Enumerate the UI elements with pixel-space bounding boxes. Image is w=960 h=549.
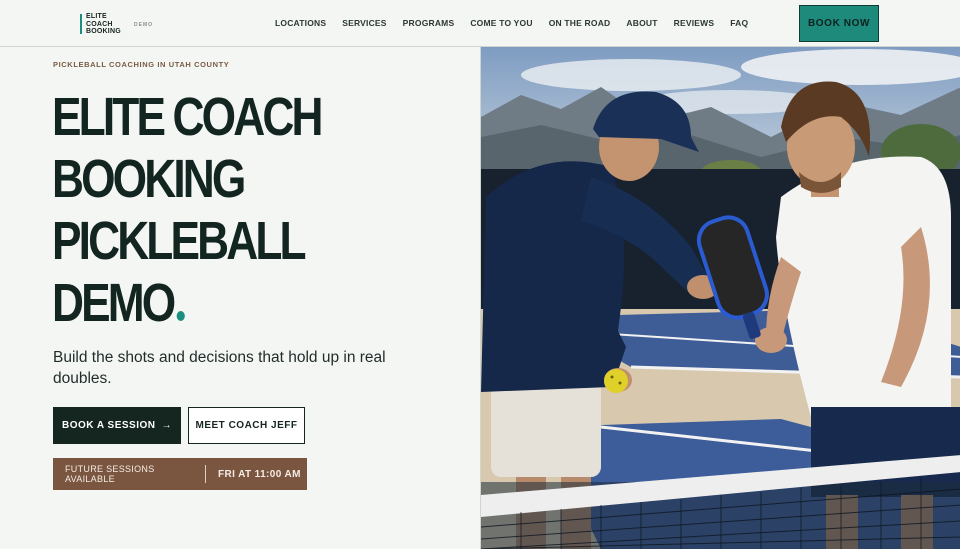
logo-text: ELITE COACH BOOKING	[86, 13, 121, 36]
nav-programs[interactable]: PROGRAMS	[403, 18, 455, 28]
hero-image	[480, 47, 960, 549]
book-session-button[interactable]: BOOK A SESSION →	[53, 407, 181, 444]
logo-demo-tag: DEMO	[134, 22, 153, 28]
headline-line-2: BOOKING	[52, 149, 246, 209]
logo-line-1: ELITE	[86, 13, 107, 20]
headline-line-1: ELITE COACH	[52, 87, 323, 147]
hero-headline: ELITE COACH BOOKING PICKLEBALL DEMO	[52, 86, 380, 334]
logo-line-2: COACH	[86, 20, 113, 28]
nav-on-the-road[interactable]: ON THE ROAD	[549, 18, 611, 28]
nav-reviews[interactable]: REVIEWS	[674, 18, 715, 28]
meet-coach-button[interactable]: MEET COACH JEFF	[188, 407, 305, 444]
main-nav: LOCATIONS SERVICES PROGRAMS COME TO YOU …	[275, 18, 764, 28]
book-session-label: BOOK A SESSION	[62, 420, 156, 431]
nav-about[interactable]: ABOUT	[626, 18, 657, 28]
headline-line-3: PICKLEBALL	[52, 211, 307, 271]
nav-locations[interactable]: LOCATIONS	[275, 18, 326, 28]
hero-eyebrow: PICKLEBALL COACHING IN UTAH COUNTY	[53, 60, 230, 69]
logo-accent-bar	[80, 14, 82, 34]
availability-label: FUTURE SESSIONS AVAILABLE	[65, 464, 155, 484]
availability-badge[interactable]: FUTURE SESSIONS AVAILABLE FRI AT 11:00 A…	[53, 458, 307, 490]
headline-line-4-text: DEMO	[52, 273, 176, 333]
coaching-photo-icon	[481, 47, 960, 549]
nav-come-to-you[interactable]: COME TO YOU	[470, 18, 532, 28]
nav-services[interactable]: SERVICES	[342, 18, 386, 28]
logo-line-3: BOOKING	[86, 28, 121, 35]
nav-faq[interactable]: FAQ	[730, 18, 748, 28]
arrow-right-icon: →	[161, 420, 172, 431]
logo[interactable]: ELITE COACH BOOKING	[80, 13, 121, 36]
hero-subtext: Build the shots and decisions that hold …	[53, 349, 386, 387]
accent-dot	[176, 311, 185, 321]
site-header: ELITE COACH BOOKING DEMO LOCATIONS SERVI…	[0, 0, 960, 47]
book-now-button[interactable]: BOOK NOW	[799, 5, 879, 42]
next-session-time: FRI AT 11:00 AM	[218, 468, 301, 480]
headline-line-4: DEMO	[52, 272, 321, 334]
